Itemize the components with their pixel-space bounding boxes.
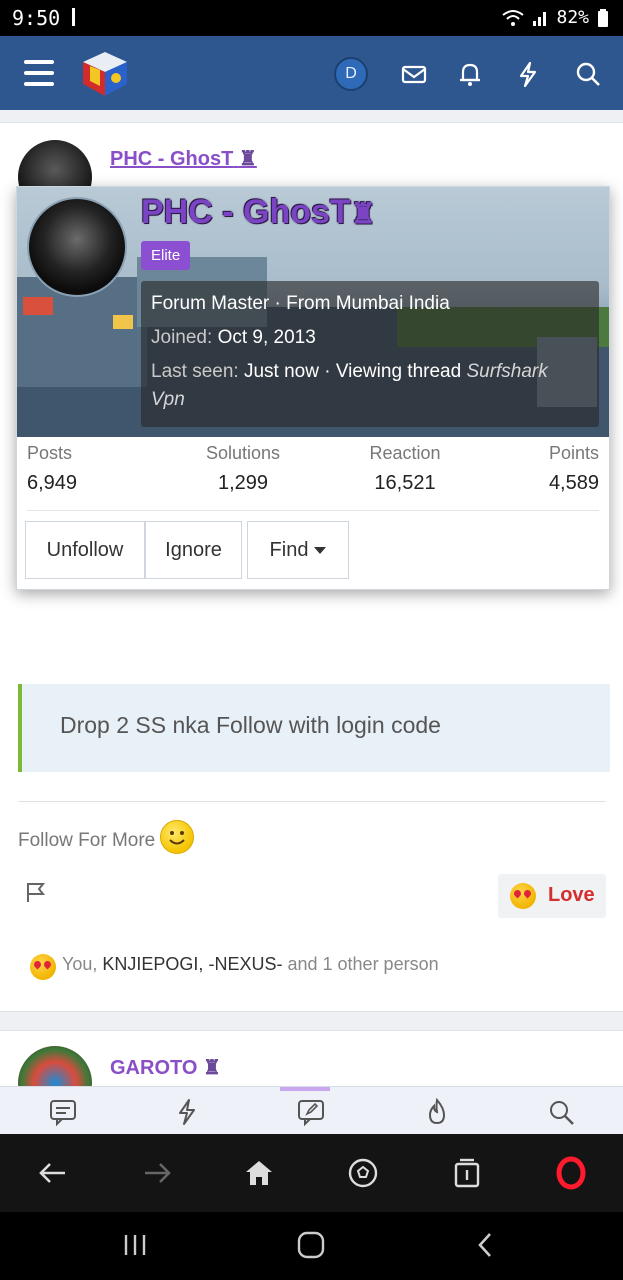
profile-avatar[interactable] [27,197,127,297]
post-author-name[interactable]: PHC - GhosT ♜ [110,146,257,171]
find-button[interactable]: Find [247,521,349,579]
chevron-down-icon [314,547,327,555]
tabs-icon[interactable] [450,1156,484,1190]
opera-menu-icon[interactable] [554,1156,588,1190]
search-icon[interactable] [572,58,604,90]
new-post-icon[interactable] [296,1097,326,1127]
thread-link-cont[interactable]: Vpn [151,389,185,411]
inbox-icon[interactable] [398,58,430,90]
post-text: Follow For More [18,830,156,851]
signal-icon [533,11,547,26]
next-post-card [0,1030,623,1091]
system-nav-bar [0,1212,623,1280]
trending-fire-icon[interactable] [422,1097,452,1127]
bell-icon[interactable] [454,58,486,90]
heart-eyes-icon [30,954,56,980]
forward-arrow-icon[interactable] [140,1156,174,1190]
heart-eyes-icon [510,883,536,909]
football-icon[interactable] [346,1156,380,1190]
stat-solutions[interactable]: Solutions 1,299 [183,443,303,495]
profile-popup: PHC - GhosT♜ Elite Forum Master · From M… [16,186,610,590]
last-seen-line: Last seen: Just now · Viewing thread Sur… [151,361,548,382]
notification-indicator [72,8,75,26]
back-arrow-icon[interactable] [36,1156,70,1190]
stat-reaction[interactable]: Reaction 16,521 [357,443,453,495]
profile-banner: PHC - GhosT♜ Elite Forum Master · From M… [17,187,609,437]
battery-percent: 82% [556,7,589,28]
quote-text: Drop 2 SS nka Follow with login code [60,712,441,738]
popup-divider [27,510,599,511]
menu-icon[interactable] [24,60,54,86]
profile-name[interactable]: PHC - GhosT♜ [141,193,376,232]
battery-icon [598,8,608,27]
joined-line: Joined: Oct 9, 2013 [151,327,316,348]
love-reaction-button[interactable]: Love [498,874,606,918]
ignore-button[interactable]: Ignore [145,521,242,579]
user-badge: Elite [141,241,191,270]
report-flag-icon[interactable] [24,880,48,904]
reaction-list[interactable]: You, KNJIEPOGI, -NEXUS- and 1 other pers… [62,954,439,975]
recent-apps-icon[interactable] [122,1232,150,1258]
love-label: Love [548,884,595,906]
home-icon[interactable] [242,1156,276,1190]
wifi-icon [502,9,525,26]
stat-posts[interactable]: Posts 6,949 [27,443,77,495]
home-button-icon[interactable] [296,1230,326,1260]
browser-toolbar [0,1134,623,1212]
stat-points[interactable]: Points 4,589 [549,443,599,495]
system-back-icon[interactable] [472,1230,498,1260]
profile-title-line: Forum Master · From Mumbai India [151,293,450,314]
comment-icon[interactable] [48,1097,78,1127]
account-avatar[interactable]: D [334,57,368,91]
site-header: D [0,36,623,110]
profile-stats: Posts 6,949 Solutions 1,299 Reaction 16,521… [17,443,609,511]
next-post-author[interactable]: GAROTO ♜ [110,1055,221,1080]
status-time: 9:50 [12,6,61,30]
unfollow-button[interactable]: Unfollow [25,521,145,579]
active-tab-indicator [280,1087,330,1091]
bottom-tab-bar [0,1086,623,1135]
status-right: 82% [502,7,609,28]
thread-link[interactable]: Surfshark [466,361,547,382]
search-tab-icon[interactable] [546,1097,576,1127]
profile-info: Forum Master · From Mumbai India Joined:… [141,281,599,427]
smiley-emoji-icon [160,820,194,854]
post-quote: Drop 2 SS nka Follow with login code [18,684,610,772]
post-divider [18,801,606,802]
status-bar: 9:50 82% [0,0,623,36]
lightning-icon[interactable] [512,58,544,90]
lightning-tab-icon[interactable] [172,1097,202,1127]
site-logo[interactable] [80,50,130,98]
